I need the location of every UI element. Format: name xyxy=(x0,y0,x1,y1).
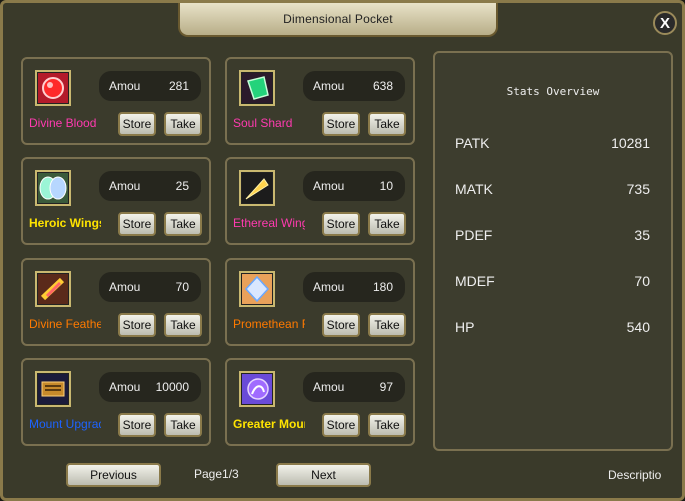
take-button[interactable]: Take xyxy=(164,112,202,136)
page-indicator: Page1/3 xyxy=(194,467,239,481)
item-card-greater-mount: Amou 97 Greater Mount Store Take xyxy=(225,358,415,446)
store-button[interactable]: Store xyxy=(118,413,156,437)
item-card-promethean: Amou 180 Promethean F Store Take xyxy=(225,258,415,346)
take-button[interactable]: Take xyxy=(164,413,202,437)
stat-label: HP xyxy=(455,319,475,335)
store-button[interactable]: Store xyxy=(118,112,156,136)
amount-label: Amou xyxy=(313,79,345,93)
amount-value: 180 xyxy=(372,280,393,294)
previous-button[interactable]: Previous xyxy=(66,463,161,487)
stat-label: PDEF xyxy=(455,227,493,243)
item-name: Divine Blood xyxy=(29,116,97,130)
amount-label: Amou xyxy=(109,179,141,193)
amount-label: Amou xyxy=(313,380,345,394)
amount-value: 638 xyxy=(372,79,393,93)
item-card-heroic-wings: Amou 25 Heroic Wings Store Take xyxy=(21,157,211,245)
amount-value: 281 xyxy=(168,79,189,93)
stat-label: PATK xyxy=(455,135,490,151)
amount-value: 10 xyxy=(379,179,393,193)
stat-value: 540 xyxy=(626,319,650,335)
take-button[interactable]: Take xyxy=(368,413,406,437)
stat-value: 70 xyxy=(634,273,650,289)
title-bar: Dimensional Pocket xyxy=(178,3,498,37)
take-button[interactable]: Take xyxy=(368,112,406,136)
amount-label: Amou xyxy=(109,380,141,394)
stat-label: MATK xyxy=(455,181,493,197)
amount-label: Amou xyxy=(313,179,345,193)
take-button[interactable]: Take xyxy=(164,212,202,236)
amount-display: Amou 10 xyxy=(303,171,405,201)
blood-orb-icon xyxy=(35,70,71,106)
mount-scroll-icon xyxy=(35,371,71,407)
amount-label: Amou xyxy=(109,280,141,294)
item-name: Soul Shard xyxy=(233,116,293,130)
wings-icon xyxy=(35,170,71,206)
amount-display: Amou 10000 xyxy=(99,372,201,402)
feather-icon xyxy=(239,170,275,206)
dimensional-pocket-window: Dimensional Pocket X Amou 281 Divine Blo… xyxy=(0,0,685,501)
item-card-divine-feather: Amou 70 Divine Feathe Store Take xyxy=(21,258,211,346)
item-card-divine-blood: Amou 281 Divine Blood Store Take xyxy=(21,57,211,145)
stats-overview-panel: Stats Overview PATK 10281 MATK 735 PDEF … xyxy=(433,51,673,451)
amount-display: Amou 70 xyxy=(99,272,201,302)
divine-feather-icon xyxy=(35,271,71,307)
next-button[interactable]: Next xyxy=(276,463,371,487)
amount-value: 70 xyxy=(175,280,189,294)
take-button[interactable]: Take xyxy=(164,313,202,337)
amount-display: Amou 638 xyxy=(303,71,405,101)
item-name: Greater Mount xyxy=(233,417,305,431)
take-button[interactable]: Take xyxy=(368,313,406,337)
amount-label: Amou xyxy=(313,280,345,294)
store-button[interactable]: Store xyxy=(322,112,360,136)
amount-value: 25 xyxy=(175,179,189,193)
item-name: Ethereal Wing xyxy=(233,216,305,230)
stat-value: 735 xyxy=(626,181,650,197)
amount-display: Amou 25 xyxy=(99,171,201,201)
take-button[interactable]: Take xyxy=(368,212,406,236)
store-button[interactable]: Store xyxy=(322,313,360,337)
item-name: Divine Feathe xyxy=(29,317,101,331)
item-name: Mount Upgrad xyxy=(29,417,101,431)
amount-display: Amou 281 xyxy=(99,71,201,101)
item-card-soul-shard: Amou 638 Soul Shard Store Take xyxy=(225,57,415,145)
store-button[interactable]: Store xyxy=(118,313,156,337)
greater-mount-icon xyxy=(239,371,275,407)
amount-value: 10000 xyxy=(155,380,189,394)
stat-value: 35 xyxy=(634,227,650,243)
amount-label: Amou xyxy=(109,79,141,93)
item-card-mount-upgrade: Amou 10000 Mount Upgrad Store Take xyxy=(21,358,211,446)
window-title: Dimensional Pocket xyxy=(283,12,393,26)
item-name: Heroic Wings xyxy=(29,216,101,230)
close-button[interactable]: X xyxy=(653,11,677,35)
stat-value: 10281 xyxy=(611,135,650,151)
amount-display: Amou 97 xyxy=(303,372,405,402)
amount-value: 97 xyxy=(379,380,393,394)
stat-label: MDEF xyxy=(455,273,495,289)
store-button[interactable]: Store xyxy=(322,212,360,236)
crystal-icon xyxy=(239,271,275,307)
stats-title: Stats Overview xyxy=(506,85,600,98)
item-name: Promethean F xyxy=(233,317,305,331)
store-button[interactable]: Store xyxy=(118,212,156,236)
store-button[interactable]: Store xyxy=(322,413,360,437)
soul-shard-icon xyxy=(239,70,275,106)
item-card-ethereal-wing: Amou 10 Ethereal Wing Store Take xyxy=(225,157,415,245)
description-label[interactable]: Descriptio xyxy=(608,468,668,482)
amount-display: Amou 180 xyxy=(303,272,405,302)
